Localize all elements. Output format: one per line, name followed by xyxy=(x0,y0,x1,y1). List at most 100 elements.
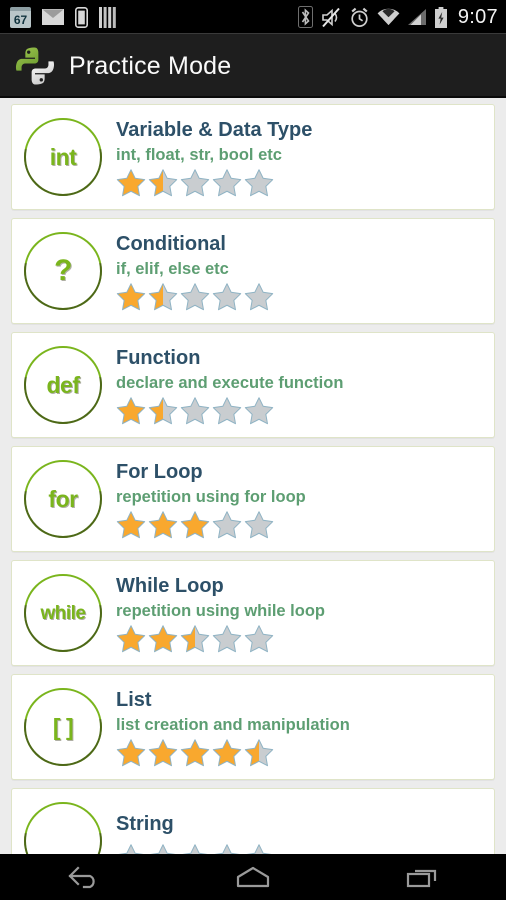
lesson-rating[interactable] xyxy=(114,842,484,854)
python-logo-icon xyxy=(15,47,55,85)
lesson-card[interactable]: [ ] List list creation and manipulation xyxy=(11,674,495,780)
rating-star xyxy=(244,397,274,425)
lesson-rating[interactable] xyxy=(114,737,484,768)
lesson-subtitle: int, float, str, bool etc xyxy=(116,145,282,164)
alarm-icon xyxy=(351,7,368,27)
rating-star xyxy=(180,283,210,311)
rating-star xyxy=(212,283,242,311)
rating-star xyxy=(148,169,178,197)
lesson-body: String xyxy=(114,810,484,854)
lesson-body: List list creation and manipulation xyxy=(116,686,484,769)
lesson-body: Conditional if, elif, else etc xyxy=(116,230,484,313)
rating-star xyxy=(244,169,274,197)
lesson-title: List xyxy=(116,688,152,711)
rating-star xyxy=(116,625,146,653)
rating-star xyxy=(116,511,146,539)
rating-star xyxy=(148,739,178,767)
recents-icon xyxy=(406,869,436,888)
lesson-subtitle: list creation and manipulation xyxy=(116,715,350,734)
lesson-rating[interactable] xyxy=(114,167,484,198)
lesson-card[interactable]: def Function declare and execute function xyxy=(11,332,495,438)
rating-star xyxy=(148,511,178,539)
calendar-badge-count: 67 xyxy=(13,12,28,27)
calendar-icon: 67 xyxy=(10,6,31,28)
page-title: Practice Mode xyxy=(69,51,232,80)
lesson-title: Function xyxy=(116,346,201,369)
lesson-icon-label: ? xyxy=(54,254,72,287)
lesson-subtitle: declare and execute function xyxy=(116,373,344,392)
email-icon xyxy=(42,9,64,25)
rating-star xyxy=(180,625,210,653)
lesson-card[interactable]: String xyxy=(11,788,495,854)
lesson-card[interactable]: while While Loop repetition using while lo… xyxy=(11,560,495,666)
back-arrow-icon xyxy=(68,866,95,889)
rating-star xyxy=(244,843,274,854)
lesson-icon: while xyxy=(24,574,102,652)
battery-charging-icon xyxy=(434,6,447,28)
action-bar: Practice Mode xyxy=(0,34,506,98)
barcode-icon xyxy=(99,6,116,28)
rating-star xyxy=(148,843,178,854)
wifi-icon xyxy=(377,8,400,25)
rating-star xyxy=(180,739,210,767)
lesson-rating[interactable] xyxy=(114,623,484,654)
rating-star xyxy=(180,511,210,539)
bluetooth-icon xyxy=(297,6,313,28)
rating-star xyxy=(148,625,178,653)
mute-icon xyxy=(322,7,340,27)
lesson-title: Variable & Data Type xyxy=(116,118,313,141)
rating-star xyxy=(116,739,146,767)
rating-star xyxy=(180,397,210,425)
cellular-signal-icon xyxy=(407,9,426,25)
rating-star xyxy=(180,843,210,854)
rating-star xyxy=(212,511,242,539)
lesson-subtitle: repetition using while loop xyxy=(116,601,325,620)
status-bar-left-icons: 67 xyxy=(10,6,298,28)
rating-star xyxy=(116,169,146,197)
lesson-icon-label: for xyxy=(48,485,78,512)
rating-star xyxy=(244,739,274,767)
lesson-icon-label: int xyxy=(49,143,77,170)
lesson-body: While Loop repetition using while loop xyxy=(116,572,484,655)
lesson-icon: def xyxy=(24,346,102,424)
rating-star xyxy=(244,511,274,539)
status-bar: 67 9:07 xyxy=(0,0,506,34)
rating-star xyxy=(212,739,242,767)
lesson-title: Conditional xyxy=(116,232,226,255)
lesson-card[interactable]: int Variable & Data Type int, float, str, … xyxy=(11,104,495,210)
lesson-rating[interactable] xyxy=(114,509,484,540)
lesson-body: Variable & Data Type int, float, str, boo… xyxy=(116,116,484,199)
lesson-list[interactable]: int Variable & Data Type int, float, str, … xyxy=(0,98,506,854)
lesson-title: For Loop xyxy=(116,460,203,483)
lesson-icon: for xyxy=(24,460,102,538)
lesson-title: While Loop xyxy=(116,574,224,597)
rating-star xyxy=(116,843,146,854)
rating-star xyxy=(212,843,242,854)
home-icon xyxy=(236,866,270,888)
recents-button[interactable] xyxy=(372,854,472,900)
navigation-bar xyxy=(0,854,506,900)
home-button[interactable] xyxy=(203,854,303,900)
back-button[interactable] xyxy=(34,854,134,900)
status-bar-clock: 9:07 xyxy=(457,5,498,28)
status-bar-right-icons: 9:07 xyxy=(297,5,498,29)
lesson-icon-label: [ ] xyxy=(52,713,74,740)
rating-star xyxy=(212,169,242,197)
rating-star xyxy=(244,625,274,653)
rating-star xyxy=(148,397,178,425)
lesson-icon xyxy=(24,802,102,854)
lesson-icon-label: while xyxy=(40,602,86,624)
rating-star xyxy=(148,283,178,311)
rating-star xyxy=(212,625,242,653)
lesson-body: Function declare and execute function xyxy=(116,344,484,427)
lesson-rating[interactable] xyxy=(114,395,484,426)
rating-star xyxy=(212,397,242,425)
rating-star xyxy=(116,397,146,425)
lesson-rating[interactable] xyxy=(114,281,484,312)
lesson-subtitle: if, elif, else etc xyxy=(116,259,229,278)
lesson-card[interactable]: for For Loop repetition using for loop xyxy=(11,446,495,552)
rating-star xyxy=(244,283,274,311)
lesson-subtitle: repetition using for loop xyxy=(116,487,306,506)
phone-icon xyxy=(75,6,88,28)
lesson-card[interactable]: ? Conditional if, elif, else etc xyxy=(11,218,495,324)
